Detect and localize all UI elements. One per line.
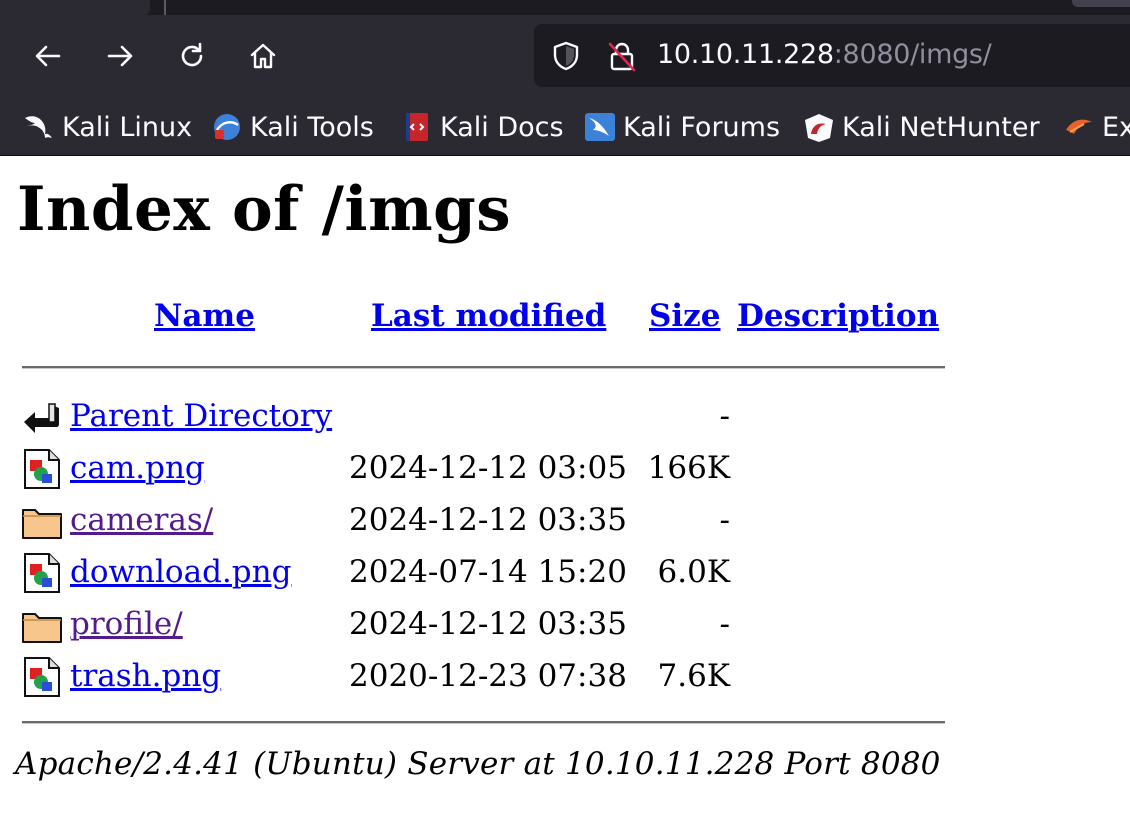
table-row: download.png 2024-07-14 15:20 6.0K <box>0 548 1130 600</box>
page-content: Index of /imgs Name Last modified Size D… <box>0 156 1130 834</box>
forward-button[interactable] <box>100 37 140 75</box>
kali-forums-icon <box>583 110 617 144</box>
bookmark-label: Kali Forums <box>623 111 781 143</box>
bookmark-kali-linux[interactable]: Kali Linux <box>22 99 192 155</box>
file-date: 2020-12-23 07:38 <box>349 658 627 694</box>
folder-icon <box>22 509 62 539</box>
table-row: trash.png 2020-12-23 07:38 7.6K <box>0 652 1130 704</box>
table-row: profile/ 2024-12-12 03:35 - <box>0 600 1130 652</box>
page-title: Index of /imgs <box>17 174 512 245</box>
file-size: - <box>719 606 730 642</box>
active-tab[interactable] <box>0 0 150 15</box>
back-arrow-icon <box>24 403 59 433</box>
sort-by-description-link[interactable]: Description <box>737 296 939 336</box>
file-date: 2024-07-14 15:20 <box>349 554 627 590</box>
address-bar[interactable]: 10.10.11.228:8080/imgs/ <box>534 24 1130 87</box>
reload-button[interactable] <box>172 37 212 75</box>
file-date: 2024-12-12 03:35 <box>349 502 627 538</box>
file-size: - <box>719 502 730 538</box>
tab-overflow[interactable] <box>1072 0 1130 7</box>
tab-strip <box>0 0 1130 15</box>
bookmark-label: Kali Tools <box>250 111 374 143</box>
exploit-db-icon <box>1062 110 1096 144</box>
back-button[interactable] <box>28 37 68 75</box>
file-size: 6.0K <box>657 554 730 590</box>
footer-divider <box>22 721 945 724</box>
file-date: 2024-12-12 03:05 <box>349 450 627 486</box>
file-size: - <box>719 398 730 434</box>
parent-directory-link[interactable]: Parent Directory <box>70 396 332 436</box>
bookmark-exploit-db[interactable]: Ex <box>1062 99 1130 155</box>
image-file-icon <box>24 657 60 697</box>
home-icon <box>250 43 276 69</box>
navigation-toolbar: 10.10.11.228:8080/imgs/ <box>0 15 1130 99</box>
server-signature: Apache/2.4.41 (Ubuntu) Server at 10.10.1… <box>15 746 941 782</box>
reload-icon <box>181 42 203 67</box>
sort-by-name-link[interactable]: Name <box>154 296 255 336</box>
file-date: 2024-12-12 03:35 <box>349 606 627 642</box>
file-size: 166K <box>647 450 730 486</box>
file-link-download-png[interactable]: download.png <box>70 552 291 592</box>
url-text[interactable]: 10.10.11.228:8080/imgs/ <box>657 38 992 72</box>
sort-by-size-link[interactable]: Size <box>649 296 721 336</box>
url-path: :8080/imgs/ <box>833 39 992 70</box>
kali-dragon-icon <box>22 110 56 144</box>
bookmark-kali-docs[interactable]: Kali Docs <box>400 99 564 155</box>
file-link-trash-png[interactable]: trash.png <box>70 656 221 696</box>
table-row: cameras/ 2024-12-12 03:35 - <box>0 496 1130 548</box>
tab-separator <box>164 0 166 15</box>
back-arrow-icon <box>35 45 61 67</box>
bookmark-label: Kali Docs <box>440 111 564 143</box>
bookmarks-toolbar: Kali Linux Kali Tools Kali Docs Kali For… <box>0 99 1130 156</box>
forward-arrow-icon <box>107 45 133 67</box>
bookmark-kali-nethunter[interactable]: Kali NetHunter <box>802 99 1040 155</box>
table-row: Parent Directory - <box>0 392 1130 444</box>
image-file-icon <box>24 553 60 593</box>
url-host: 10.10.11.228 <box>657 39 834 70</box>
bookmark-label: Kali Linux <box>62 111 193 143</box>
kali-docs-icon <box>400 110 434 144</box>
bookmark-kali-forums[interactable]: Kali Forums <box>583 99 780 155</box>
image-file-icon <box>24 449 60 489</box>
insecure-lock-icon[interactable] <box>605 39 639 73</box>
sort-by-last-modified-link[interactable]: Last modified <box>371 296 606 336</box>
table-row: cam.png 2024-12-12 03:05 166K <box>0 444 1130 496</box>
header-divider <box>22 366 945 369</box>
bookmark-label: Kali NetHunter <box>842 111 1040 143</box>
kali-tools-icon <box>210 110 244 144</box>
kali-nethunter-icon <box>802 110 836 144</box>
folder-link-profile[interactable]: profile/ <box>70 604 183 644</box>
folder-link-cameras[interactable]: cameras/ <box>70 500 213 540</box>
bookmark-kali-tools[interactable]: Kali Tools <box>210 99 374 155</box>
file-link-cam-png[interactable]: cam.png <box>70 448 205 488</box>
file-size: 7.6K <box>657 658 730 694</box>
home-button[interactable] <box>243 37 283 75</box>
folder-icon <box>22 613 62 643</box>
bookmark-label: Ex <box>1102 111 1130 143</box>
shield-icon[interactable] <box>549 39 583 73</box>
